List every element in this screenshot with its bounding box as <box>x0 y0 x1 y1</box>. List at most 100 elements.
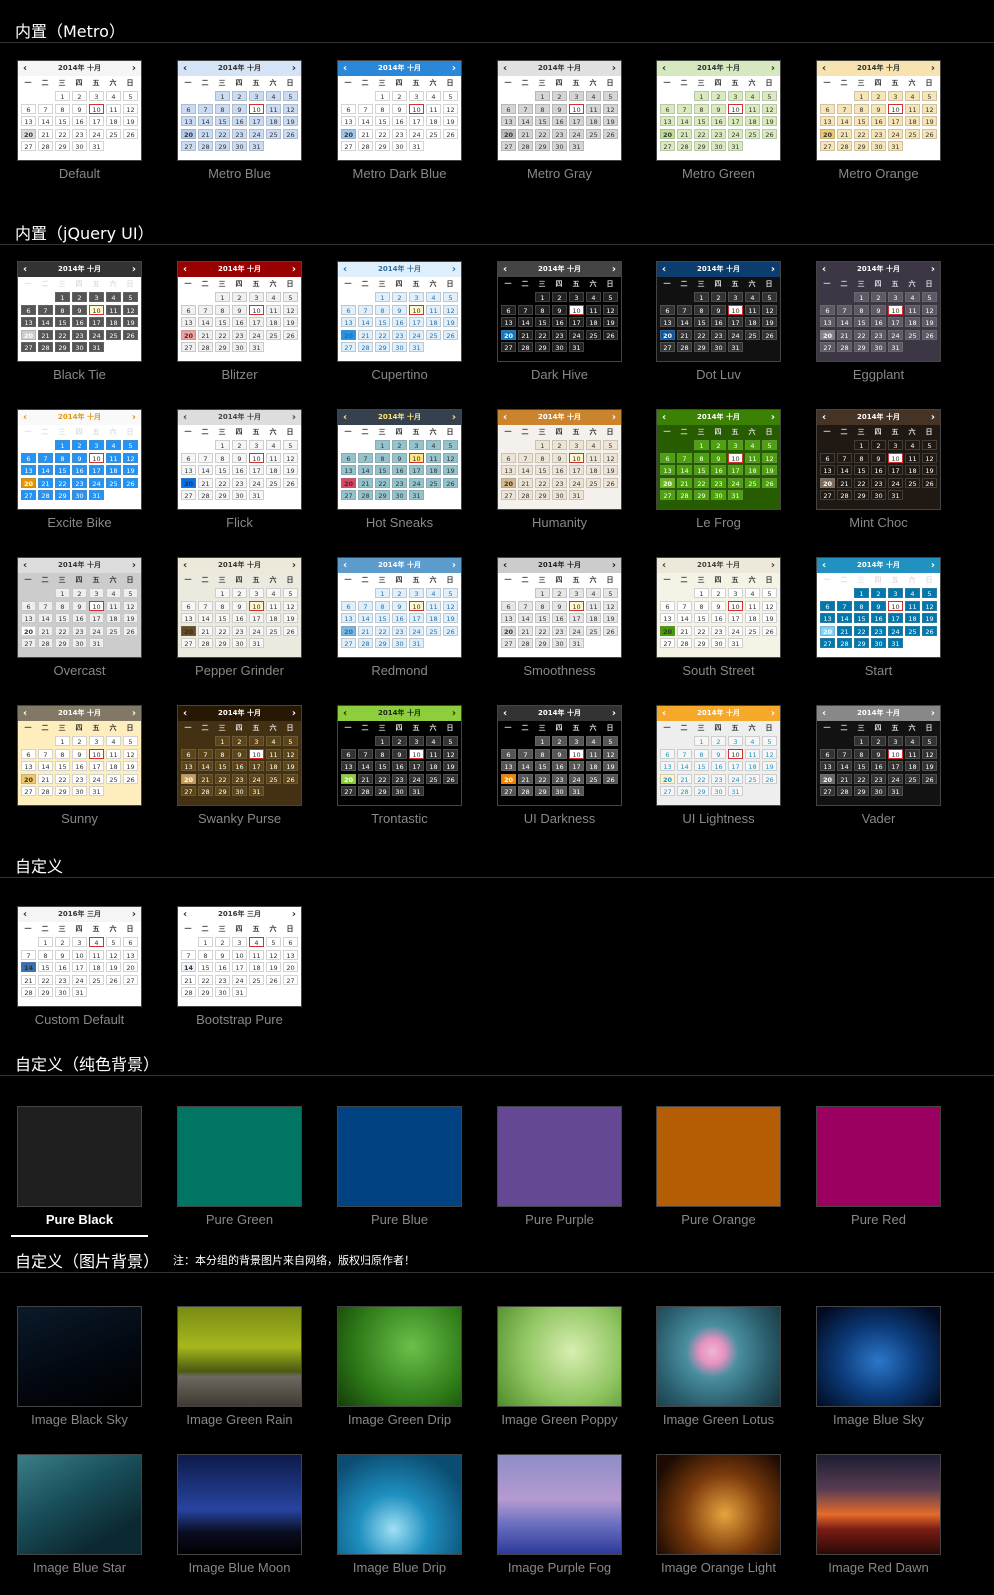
calendar-day[interactable]: 18 <box>106 613 121 623</box>
calendar-day[interactable]: 16 <box>215 962 230 972</box>
calendar-day[interactable]: 19 <box>283 761 298 771</box>
theme-thumbnail[interactable] <box>656 1106 781 1207</box>
calendar-day[interactable]: 31 <box>888 342 903 352</box>
calendar-day[interactable]: 4 <box>266 588 281 598</box>
calendar-day[interactable]: 8 <box>535 452 550 463</box>
calendar-day[interactable]: 27 <box>181 786 196 796</box>
theme-thumbnail[interactable]: ‹ 2014年 十月 › 一二三四五六日 1 2 3 4 5 6 7 8 9 10 11 12 13 14 15 16… <box>656 409 781 510</box>
calendar-day[interactable]: 21 <box>198 625 213 636</box>
calendar-day[interactable]: 22 <box>535 625 550 636</box>
theme-jquery-21[interactable]: ‹ 2014年 十月 › 一二三四五六日 1 2 3 4 5 6 7 8 9 10 11 12 13 14 15 16… <box>497 705 622 830</box>
calendar-day[interactable]: 31 <box>569 638 584 648</box>
calendar-day[interactable]: 4 <box>586 736 601 746</box>
theme-metro-5[interactable]: ‹ 2014年 十月 › 一二三四五六日 1 2 3 4 5 6 7 8 9 10 11 12 13 14 15 16… <box>816 60 941 185</box>
calendar-day[interactable]: 30 <box>392 141 407 151</box>
calendar-day[interactable]: 2 <box>711 588 726 598</box>
theme-thumbnail[interactable] <box>816 1106 941 1207</box>
calendar-day[interactable]: 12 <box>603 748 618 759</box>
calendar-day[interactable]: 27 <box>283 974 298 985</box>
calendar-day[interactable]: 4 <box>586 440 601 450</box>
calendar-day[interactable]: 10 <box>888 600 903 611</box>
theme-jquery-6[interactable]: ‹ 2014年 十月 › 一二三四五六日 1 2 3 4 5 6 7 8 9 10 11 12 13 14 15 16… <box>17 409 142 534</box>
calendar-day[interactable]: 25 <box>745 329 760 340</box>
calendar-day[interactable]: 3 <box>89 91 104 101</box>
theme-image-7[interactable]: Image Blue Moon <box>177 1454 302 1579</box>
calendar-day[interactable]: 24 <box>728 329 743 340</box>
calendar-day[interactable]: 16 <box>552 613 567 623</box>
theme-image-1[interactable]: Image Green Rain <box>177 1306 302 1431</box>
calendar-day[interactable]: 3 <box>888 292 903 302</box>
calendar-day[interactable]: 7 <box>677 452 692 463</box>
calendar-day[interactable]: 4 <box>426 736 441 746</box>
calendar-day[interactable]: 9 <box>871 103 886 114</box>
calendar-day[interactable]: 11 <box>586 304 601 315</box>
calendar-day[interactable]: 10 <box>249 748 264 759</box>
calendar-day[interactable]: 23 <box>552 329 567 340</box>
calendar-day[interactable]: 3 <box>728 91 743 101</box>
calendar-day[interactable]: 11 <box>426 600 441 611</box>
calendar-day[interactable]: 14 <box>38 761 53 771</box>
calendar-day[interactable]: 2 <box>871 736 886 746</box>
calendar-day[interactable]: 27 <box>181 638 196 648</box>
calendar-day[interactable]: 30 <box>232 342 247 352</box>
calendar-day[interactable]: 9 <box>711 103 726 114</box>
calendar-day[interactable]: 5 <box>603 292 618 302</box>
calendar-day[interactable]: 14 <box>38 116 53 126</box>
calendar-day[interactable]: 16 <box>871 761 886 771</box>
calendar-day[interactable]: 16 <box>711 317 726 327</box>
calendar-day[interactable]: 11 <box>266 748 281 759</box>
calendar-day[interactable]: 27 <box>341 786 356 796</box>
calendar-day[interactable]: 2 <box>871 91 886 101</box>
calendar-day[interactable]: 21 <box>198 329 213 340</box>
theme-jquery-16[interactable]: ‹ 2014年 十月 › 一二三四五六日 1 2 3 4 5 6 7 8 9 10 11 12 13 14 15 16… <box>656 557 781 682</box>
calendar-day[interactable]: 21 <box>837 773 852 784</box>
calendar-day[interactable]: 9 <box>552 304 567 315</box>
calendar-day[interactable]: 30 <box>552 342 567 352</box>
calendar-day[interactable]: 19 <box>922 116 937 126</box>
calendar-day[interactable]: 31 <box>728 786 743 796</box>
calendar-day[interactable]: 9 <box>392 452 407 463</box>
calendar-day[interactable]: 14 <box>358 465 373 475</box>
calendar-day[interactable]: 31 <box>232 987 247 997</box>
calendar-day[interactable]: 17 <box>728 116 743 126</box>
calendar-day[interactable]: 3 <box>569 588 584 598</box>
calendar-day[interactable]: 27 <box>660 638 675 648</box>
calendar-day[interactable]: 22 <box>198 974 213 985</box>
calendar-day[interactable]: 24 <box>89 773 104 784</box>
theme-thumbnail[interactable] <box>17 1454 142 1555</box>
calendar-day[interactable]: 3 <box>888 91 903 101</box>
calendar-day[interactable]: 12 <box>123 748 138 759</box>
calendar-day[interactable]: 1 <box>55 91 70 101</box>
calendar-day[interactable]: 28 <box>518 141 533 151</box>
calendar-day[interactable]: 5 <box>283 292 298 302</box>
calendar-day[interactable]: 20 <box>341 625 356 636</box>
calendar-day[interactable]: 2 <box>711 440 726 450</box>
calendar-day[interactable]: 20 <box>283 962 298 972</box>
calendar-day[interactable]: 8 <box>694 304 709 315</box>
calendar-day[interactable]: 9 <box>72 103 87 114</box>
calendar-day[interactable]: 30 <box>72 141 87 151</box>
calendar-day[interactable]: 14 <box>837 465 852 475</box>
calendar-day[interactable]: 4 <box>266 292 281 302</box>
calendar-day[interactable]: 17 <box>569 317 584 327</box>
calendar-day[interactable]: 24 <box>888 625 903 636</box>
calendar-day[interactable]: 17 <box>89 613 104 623</box>
calendar-day[interactable]: 25 <box>905 625 920 636</box>
calendar-day[interactable]: 17 <box>409 613 424 623</box>
theme-thumbnail[interactable]: ‹ 2014年 十月 › 一二三四五六日 1 2 3 4 5 6 7 8 9 10 11 12 13 14 15 16… <box>337 557 462 658</box>
theme-thumbnail[interactable] <box>337 1106 462 1207</box>
calendar-day[interactable]: 15 <box>854 465 869 475</box>
calendar-day[interactable]: 31 <box>249 342 264 352</box>
calendar-day[interactable]: 7 <box>198 748 213 759</box>
calendar-day[interactable]: 26 <box>443 773 458 784</box>
calendar-day[interactable]: 18 <box>266 613 281 623</box>
calendar-day[interactable]: 23 <box>232 773 247 784</box>
calendar-day[interactable]: 14 <box>518 761 533 771</box>
calendar-day[interactable]: 24 <box>409 773 424 784</box>
calendar-day[interactable]: 15 <box>38 962 53 972</box>
calendar-day[interactable]: 23 <box>232 625 247 636</box>
calendar-day[interactable]: 2 <box>552 440 567 450</box>
calendar-day[interactable]: 25 <box>89 974 104 985</box>
calendar-day[interactable]: 12 <box>603 600 618 611</box>
calendar-day[interactable]: 31 <box>409 141 424 151</box>
